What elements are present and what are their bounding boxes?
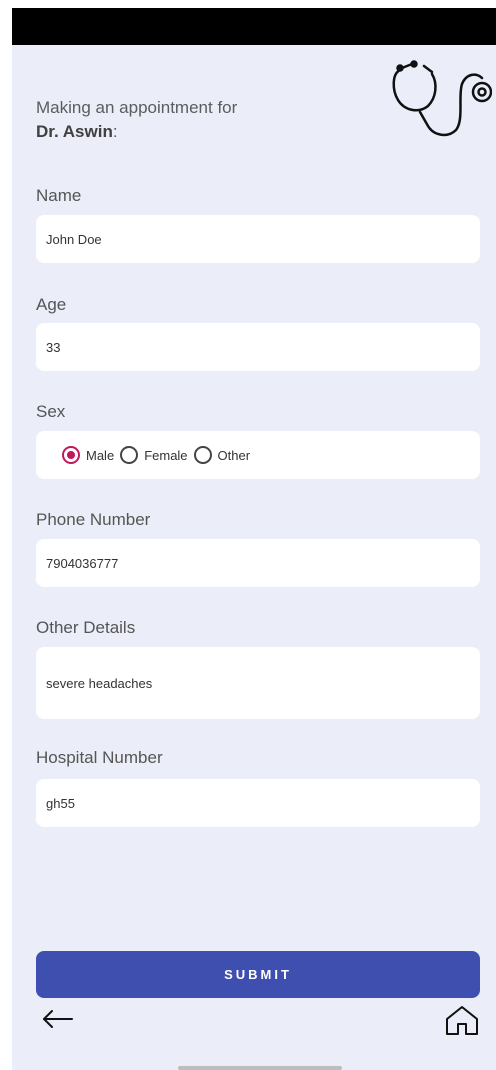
radio-female-unchecked-icon (120, 446, 139, 464)
name-field[interactable]: John Doe (36, 215, 480, 263)
home-icon[interactable] (444, 1004, 480, 1036)
sex-label: Sex (36, 402, 66, 421)
back-arrow-icon[interactable] (40, 1006, 76, 1032)
details-label: Other Details (36, 618, 136, 637)
status-bar (12, 8, 496, 45)
age-field[interactable]: 33 (36, 323, 480, 371)
header-intro: Making an appointment for (36, 98, 238, 117)
sex-radio-group: Male Female Other (36, 431, 480, 479)
radio-female-label: Female (144, 447, 188, 463)
phone-field[interactable]: 7904036777 (36, 539, 480, 587)
radio-male-checked-icon (62, 446, 80, 464)
header-colon: : (112, 122, 118, 141)
doctor-name: Dr. Aswin (36, 122, 113, 141)
radio-other-unchecked-icon (193, 446, 212, 464)
hospital-number-field[interactable]: gh55 (36, 779, 480, 827)
submit-button[interactable]: SUBMIT (36, 951, 480, 998)
home-indicator-bar[interactable] (178, 1066, 342, 1070)
radio-male[interactable]: Male (62, 446, 114, 464)
stethoscope-icon (392, 60, 492, 137)
radio-other[interactable]: Other (193, 446, 251, 464)
app-screen: Making an appointment for Dr. Aswin: Nam… (12, 8, 496, 1070)
hospital-number-label: Hospital Number (36, 748, 163, 767)
age-label: Age (36, 295, 67, 314)
radio-female[interactable]: Female (120, 446, 188, 464)
appointment-header: Making an appointment for Dr. Aswin: (36, 96, 237, 144)
name-label: Name (36, 186, 82, 205)
phone-label: Phone Number (36, 510, 151, 529)
radio-other-label: Other (217, 447, 251, 463)
radio-male-label: Male (86, 447, 115, 463)
details-field[interactable]: severe headaches (36, 647, 480, 719)
